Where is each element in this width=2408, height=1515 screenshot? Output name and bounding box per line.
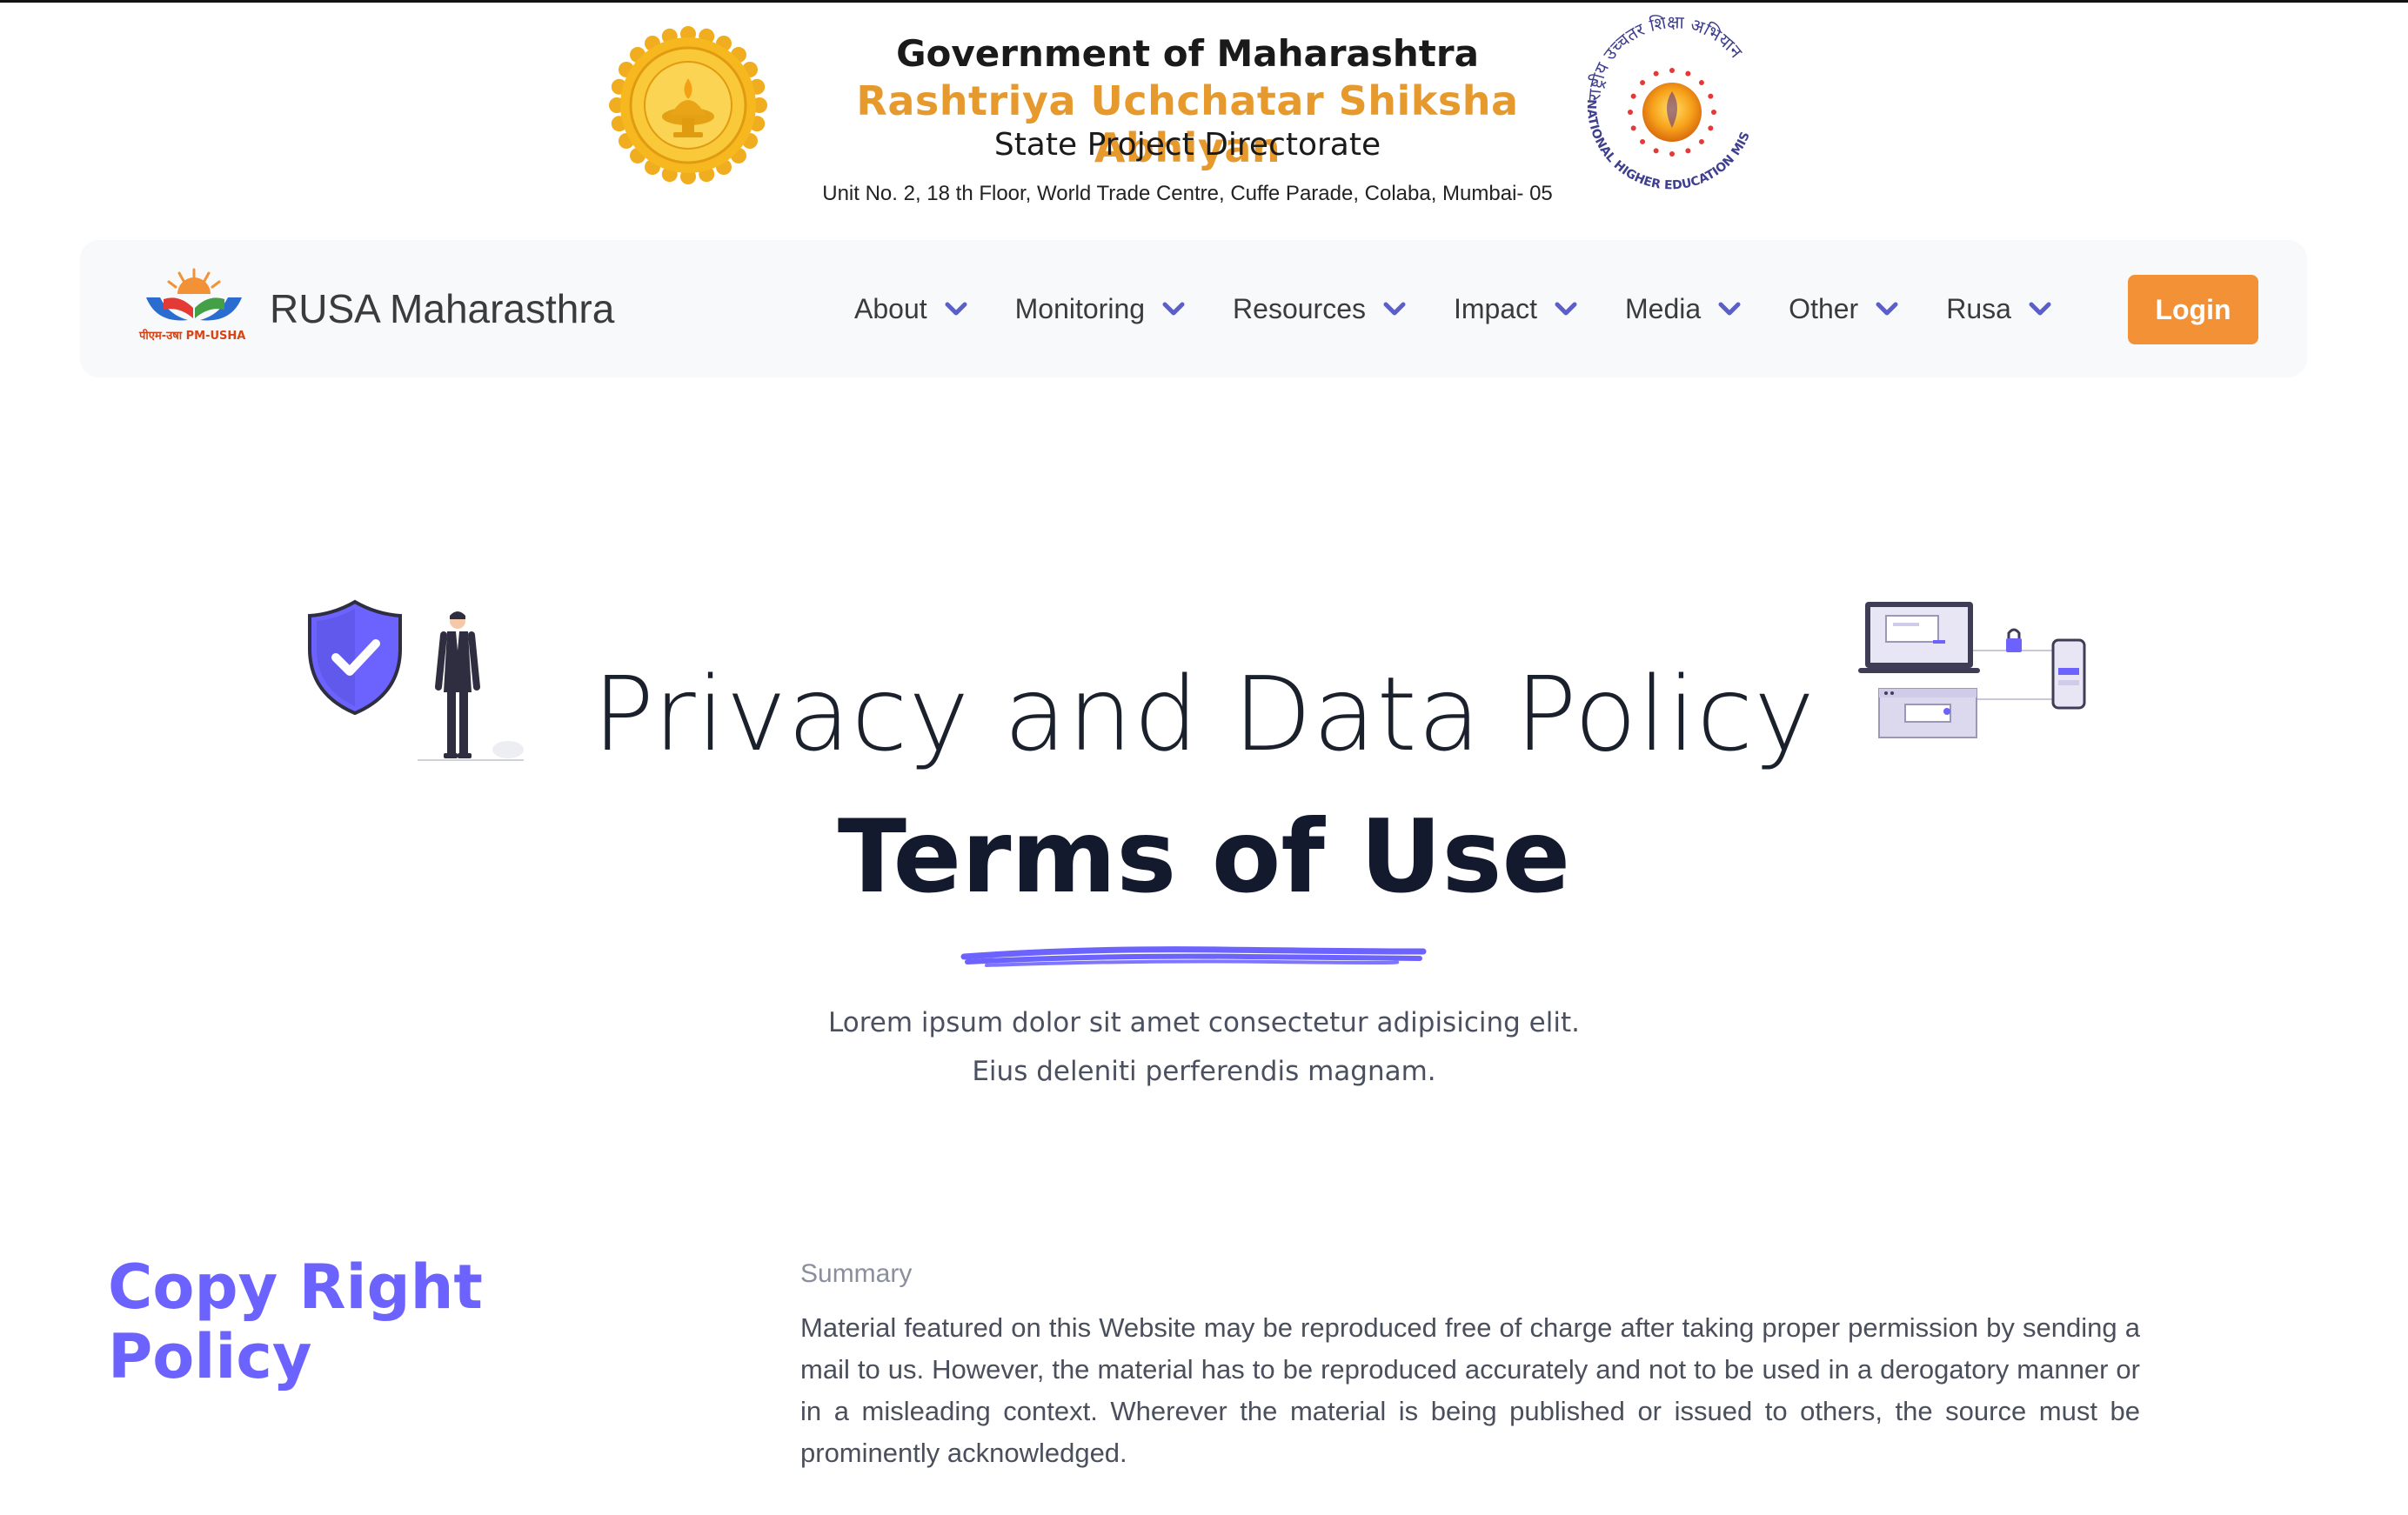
login-button[interactable]: Login <box>2128 275 2258 344</box>
pm-usha-logo-icon[interactable]: पीएम-उषा PM-USHA <box>137 263 251 346</box>
government-title: Government of Maharashtra <box>896 32 1479 75</box>
nav-item-impact[interactable]: Impact <box>1454 293 1577 325</box>
brush-underline-decoration <box>960 946 1427 967</box>
nav-item-label: Media <box>1625 292 1702 324</box>
chevron-down-icon <box>1876 302 1898 316</box>
directorate-name: State Project Directorate <box>993 127 1381 163</box>
brand-logo-text: पीएम-उषा PM-USHA <box>138 329 245 343</box>
nav-item-resources[interactable]: Resources <box>1233 293 1406 325</box>
chevron-down-icon <box>1555 302 1577 316</box>
main-navbar: पीएम-उषा PM-USHA RUSA Maharasthra About … <box>80 240 2307 377</box>
nav-menu: About Monitoring Resources Impact Media … <box>854 240 2099 377</box>
policy-heading: Copy Right Policy <box>108 1251 483 1392</box>
nav-item-media[interactable]: Media <box>1625 293 1741 325</box>
chevron-down-icon <box>2029 302 2051 316</box>
nav-item-label: Rusa <box>1946 292 2011 324</box>
policy-summary-label: Summary <box>800 1259 913 1288</box>
brand-name[interactable]: RUSA Maharasthra <box>270 285 614 332</box>
chevron-down-icon <box>1718 302 1741 316</box>
nav-item-other[interactable]: Other <box>1789 293 1898 325</box>
chevron-down-icon <box>1383 302 1406 316</box>
policy-body-text: Material featured on this Website may be… <box>800 1312 2140 1468</box>
nav-item-rusa[interactable]: Rusa <box>1946 293 2051 325</box>
office-address: Unit No. 2, 18 th Floor, World Trade Cen… <box>822 182 1553 205</box>
devices-network-illustration <box>1858 602 2086 738</box>
nhem-sun-emblem-icon: राष्ट्रीय उच्चतर शिक्षा अभियान NATIONAL … <box>1575 15 1753 193</box>
hero-description-line1: Lorem ipsum dolor sit amet consectetur a… <box>828 1007 1580 1038</box>
nav-item-about[interactable]: About <box>854 293 967 325</box>
nav-item-label: Other <box>1789 292 1859 324</box>
government-banner: Government of Maharashtra Rashtriya Uchc… <box>0 3 2408 220</box>
maharashtra-seal-icon <box>609 26 767 184</box>
nav-item-label: Resources <box>1233 292 1366 324</box>
nav-item-label: About <box>854 292 927 324</box>
hero-description-line2: Eius deleniti perferendis magnam. <box>972 1056 1436 1087</box>
nav-item-label: Impact <box>1453 292 1538 324</box>
nav-item-monitoring[interactable]: Monitoring <box>1015 293 1185 325</box>
nav-item-label: Monitoring <box>1014 292 1146 324</box>
chevron-down-icon <box>1162 302 1185 316</box>
page-subtitle: Terms of Use <box>837 798 1571 916</box>
chevron-down-icon <box>945 302 967 316</box>
